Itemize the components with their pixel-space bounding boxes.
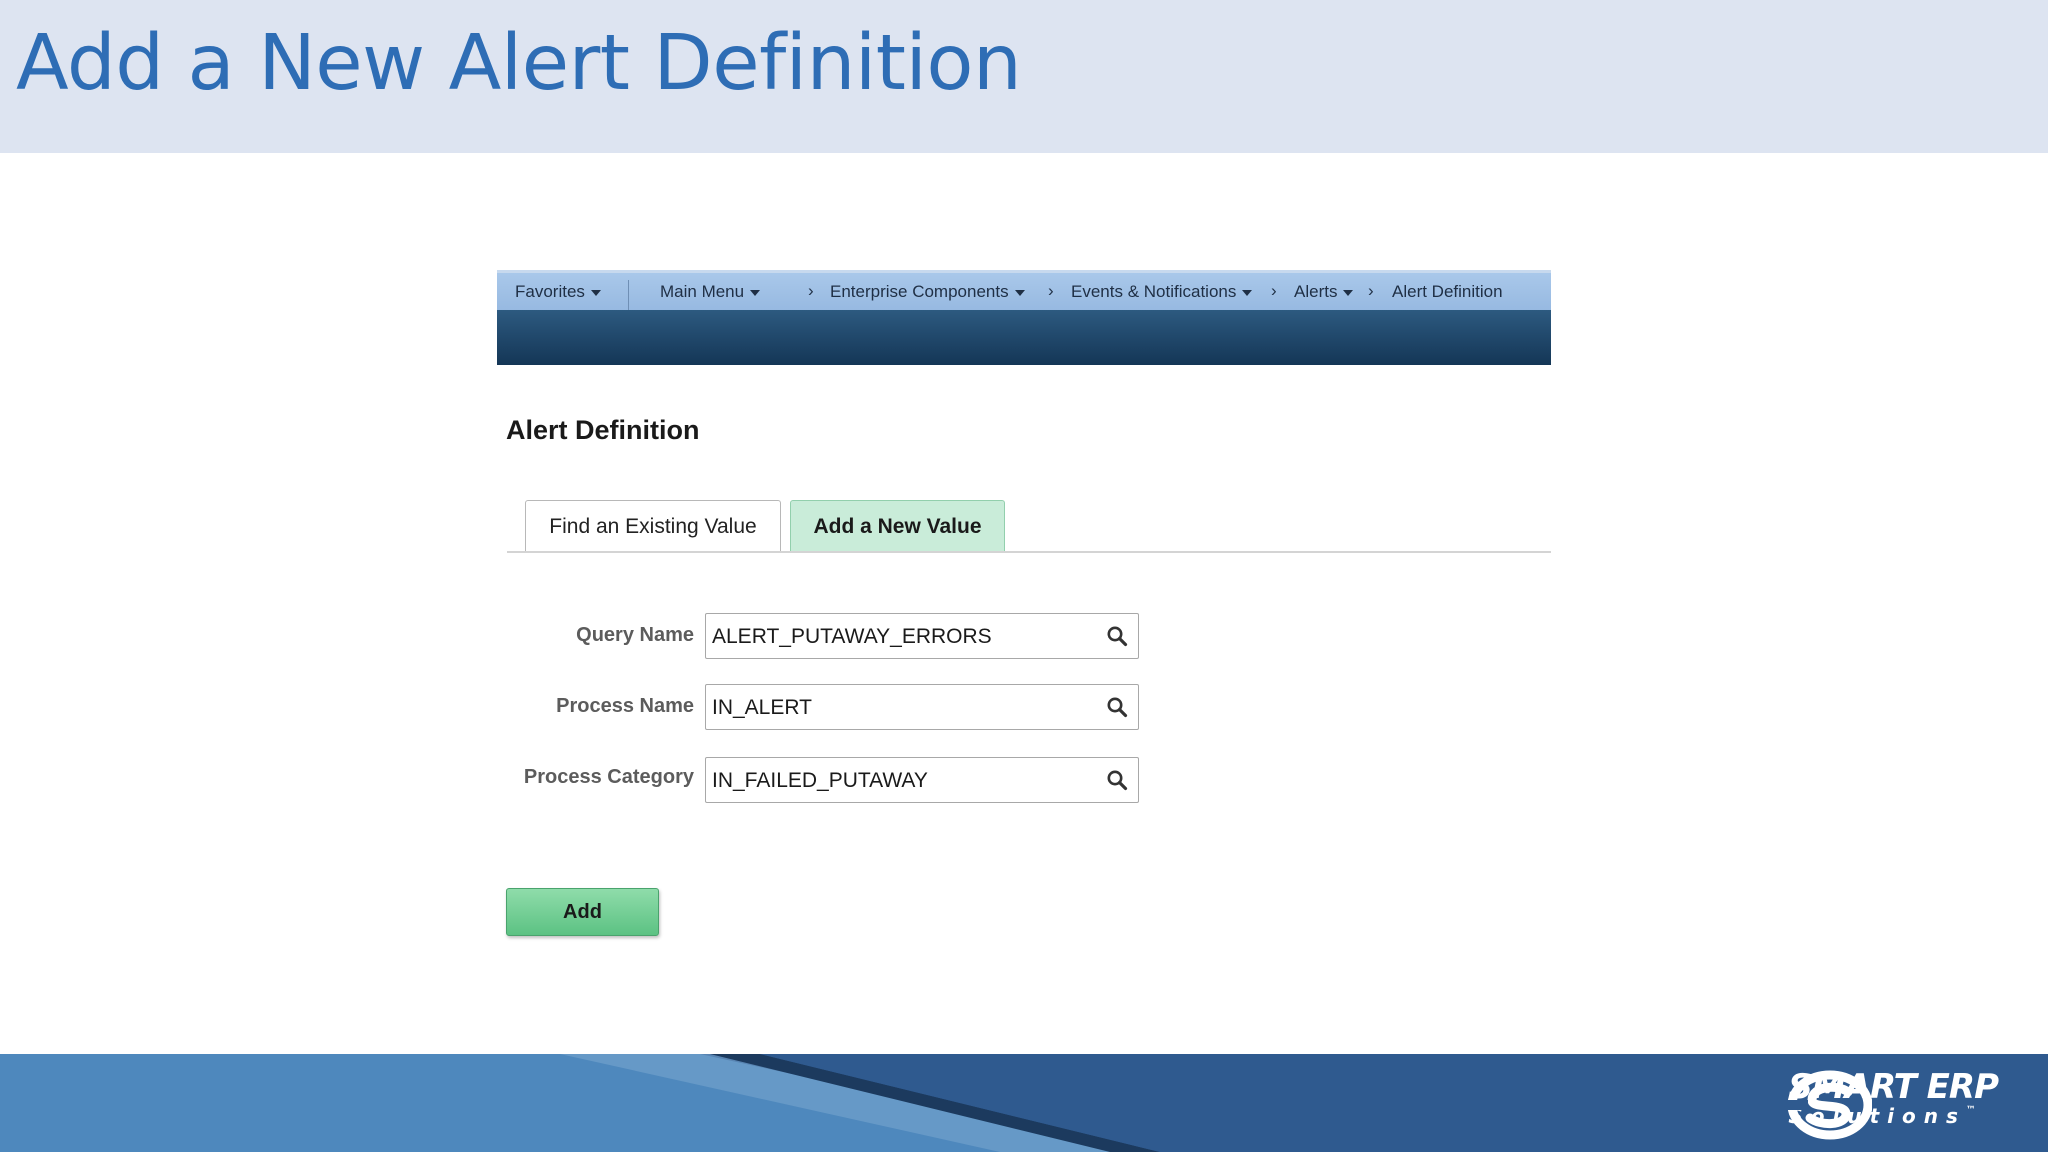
favorites-label: Favorites [515,282,585,301]
caret-down-icon [1242,290,1253,296]
breadcrumb-alert-definition[interactable]: Alert Definition [1392,282,1503,302]
footer-band: SMART ERP Solutions™ [0,1054,2048,1152]
query-name-field[interactable]: ALERT_PUTAWAY_ERRORS [705,613,1139,659]
breadcrumb-alerts[interactable]: Alerts [1294,282,1354,302]
query-name-value: ALERT_PUTAWAY_ERRORS [712,625,992,648]
caret-down-icon [1014,290,1025,296]
query-name-label: Query Name [576,624,694,646]
tab-add-new-value[interactable]: Add a New Value [790,500,1005,552]
logo-trademark: ™ [1965,1105,1976,1116]
search-icon[interactable] [1106,696,1128,718]
nav-divider [628,280,629,313]
add-button-label: Add [563,900,602,923]
main-menu[interactable]: Main Menu [660,282,761,302]
nav-banner [497,310,1551,365]
footer-graphic [0,1054,2048,1152]
search-icon[interactable] [1106,625,1128,647]
title-band: Add a New Alert Definition [0,0,2048,153]
caret-down-icon [1343,290,1354,296]
process-name-field[interactable]: IN_ALERT [705,684,1139,730]
breadcrumb-label: Enterprise Components [830,282,1009,301]
chevron-right-icon: › [1368,281,1374,300]
breadcrumb-events-notifications[interactable]: Events & Notifications [1071,282,1253,302]
caret-down-icon [750,290,761,296]
nav-menu-row: Favorites Main Menu › Enterprise Compone… [497,270,1551,313]
process-category-value: IN_FAILED_PUTAWAY [712,769,928,792]
breadcrumb-label: Alert Definition [1392,282,1503,301]
favorites-menu[interactable]: Favorites [515,282,601,302]
tab-label: Add a New Value [813,514,982,538]
main-menu-label: Main Menu [660,282,745,301]
breadcrumb-label: Events & Notifications [1071,282,1237,301]
tab-find-existing-value[interactable]: Find an Existing Value [525,500,781,552]
add-button[interactable]: Add [506,888,659,936]
page-title: Alert Definition [506,415,700,445]
process-name-value: IN_ALERT [712,696,812,719]
chevron-right-icon: › [808,281,814,300]
caret-down-icon [590,290,601,296]
search-icon[interactable] [1106,769,1128,791]
breadcrumb-label: Alerts [1294,282,1338,301]
tab-label: Find an Existing Value [549,514,757,538]
process-category-field[interactable]: IN_FAILED_PUTAWAY [705,757,1139,803]
smart-erp-logo: SMART ERP Solutions™ [1788,1070,1999,1140]
process-category-label: Process Category [523,766,694,788]
process-name-label: Process Name [556,695,694,717]
navigation-bar: Favorites Main Menu › Enterprise Compone… [497,270,1551,365]
logo-swirl-icon [1788,1070,1873,1140]
chevron-right-icon: › [1271,281,1277,300]
tab-divider [507,551,1551,553]
chevron-right-icon: › [1048,281,1054,300]
breadcrumb-enterprise-components[interactable]: Enterprise Components [830,282,1025,302]
slide-title: Add a New Alert Definition [16,19,1022,108]
